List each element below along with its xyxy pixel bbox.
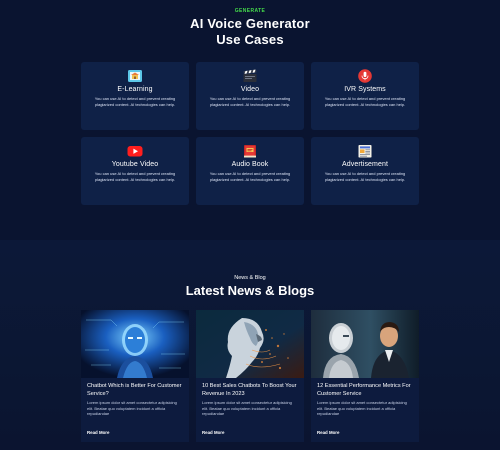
use-case-card-video[interactable]: Video You can use AI to detect and preve… — [196, 62, 304, 130]
youtube-play-icon — [127, 146, 143, 157]
use-case-grid: E-Learning You can use AI to detect and … — [81, 62, 419, 205]
clapperboard-icon — [243, 69, 257, 82]
use-case-card-youtube-video[interactable]: Youtube Video You can use AI to detect a… — [81, 137, 189, 205]
blog-grid: Chatbot Which is Better For Customer Ser… — [81, 310, 419, 442]
blog-post-excerpt: Lorem ipsum dolor sit amet consectetur a… — [317, 400, 407, 417]
read-more-link[interactable]: Read More — [87, 430, 109, 435]
use-case-title: Video — [240, 86, 260, 93]
use-case-title: IVR Systems — [344, 86, 386, 93]
read-more-link[interactable]: Read More — [317, 430, 339, 435]
use-case-title: E-Learning — [117, 86, 153, 93]
use-case-description: You can use AI to detect and prevent cre… — [94, 171, 176, 183]
blog-post-title[interactable]: 10 Best Sales Chatbots To Boost Your Rev… — [202, 383, 298, 398]
blue-robot-circuit-image[interactable] — [81, 310, 189, 378]
use-case-description: You can use AI to detect and prevent cre… — [324, 171, 406, 183]
ai-face-profile-image[interactable] — [196, 310, 304, 378]
use-cases-title: AI Voice Generator Use Cases — [0, 16, 500, 47]
school-building-icon — [128, 70, 142, 82]
use-case-description: You can use AI to detect and prevent cre… — [324, 96, 406, 108]
use-cases-title-line1: AI Voice Generator — [190, 16, 310, 31]
use-case-title: Youtube Video — [111, 161, 159, 168]
use-case-description: You can use AI to detect and prevent cre… — [209, 96, 291, 108]
book-icon — [244, 145, 256, 158]
man-facing-robot-image[interactable] — [311, 310, 419, 378]
blog-title: Latest News & Blogs — [185, 283, 315, 298]
blog-card[interactable]: Chatbot Which is Better For Customer Ser… — [81, 310, 189, 442]
blog-eyebrow: News & Blog — [234, 275, 266, 281]
use-cases-title-line2: Use Cases — [216, 31, 284, 47]
use-case-card-e-learning[interactable]: E-Learning You can use AI to detect and … — [81, 62, 189, 130]
blog-card[interactable]: 12 Essential Performance Metrics For Cus… — [311, 310, 419, 442]
use-case-card-audio-book[interactable]: Audio Book You can use AI to detect and … — [196, 137, 304, 205]
use-case-card-advertisement[interactable]: Advertisement You can use AI to detect a… — [311, 137, 419, 205]
use-case-card-ivr-systems[interactable]: IVR Systems You can use AI to detect and… — [311, 62, 419, 130]
use-case-title: Advertisement — [341, 161, 389, 168]
blog-post-title[interactable]: Chatbot Which is Better For Customer Ser… — [87, 383, 183, 398]
blog-post-excerpt: Lorem ipsum dolor sit amet consectetur a… — [87, 400, 177, 417]
use-case-title: Audio Book — [231, 161, 269, 168]
blog-card[interactable]: 10 Best Sales Chatbots To Boost Your Rev… — [196, 310, 304, 442]
use-cases-eyebrow: GENERATE — [234, 8, 266, 14]
blog-post-excerpt: Lorem ipsum dolor sit amet consectetur a… — [202, 400, 292, 417]
use-case-description: You can use AI to detect and prevent cre… — [94, 96, 176, 108]
use-case-description: You can use AI to detect and prevent cre… — [209, 171, 291, 183]
blog-post-title[interactable]: 12 Essential Performance Metrics For Cus… — [317, 383, 413, 398]
microphone-icon — [358, 69, 372, 83]
read-more-link[interactable]: Read More — [202, 430, 224, 435]
newspaper-icon — [358, 145, 372, 158]
